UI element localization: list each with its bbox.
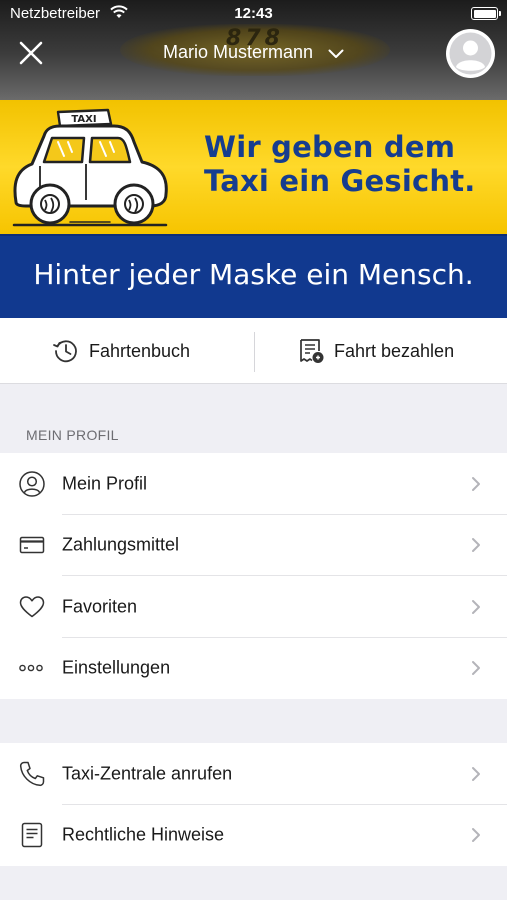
pay-trip-button[interactable]: Fahrt bezahlen <box>297 318 454 384</box>
section-label-profile: MEIN PROFIL <box>26 427 119 443</box>
banner-slogan-line1: Wir geben dem <box>204 130 456 164</box>
menu-item-call-taxi-center[interactable]: Taxi-Zentrale anrufen <box>0 743 507 805</box>
menu-item-my-profile[interactable]: Mein Profil <box>0 453 507 515</box>
battery-icon <box>471 7 501 20</box>
quick-actions-bar: Fahrtenbuch Fahrt bezahlen <box>0 318 507 384</box>
pay-trip-label: Fahrt bezahlen <box>334 340 455 361</box>
trip-log-button[interactable]: Fahrtenbuch <box>52 318 190 384</box>
app-header: 878 Netzbetreiber 12:43 Mario Mustermann <box>0 0 507 100</box>
user-circle-icon <box>18 470 46 498</box>
banner-slogan-line2: Taxi ein Gesicht. <box>204 164 476 198</box>
clock: 12:43 <box>234 5 273 22</box>
actions-divider <box>254 332 255 372</box>
trip-log-label: Fahrtenbuch <box>89 340 191 361</box>
menu-item-label: Favoriten <box>62 596 138 617</box>
status-bar: Netzbetreiber 12:43 <box>0 0 507 28</box>
chevron-right-icon <box>470 826 482 844</box>
menu-item-legal-notices[interactable]: Rechtliche Hinweise <box>0 805 507 867</box>
user-avatar-icon <box>447 30 494 77</box>
history-icon <box>53 340 77 363</box>
chevron-right-icon <box>470 765 482 783</box>
more-dots-icon <box>18 654 46 682</box>
chevron-right-icon <box>470 475 482 493</box>
taxi-illustration: TAXI <box>12 108 168 227</box>
menu-item-favorites[interactable]: Favoriten <box>0 576 507 638</box>
menu-item-label: Einstellungen <box>62 657 171 678</box>
document-icon <box>18 821 46 849</box>
menu-item-label: Mein Profil <box>62 473 148 494</box>
user-switcher[interactable]: Mario Mustermann <box>0 42 507 64</box>
chevron-right-icon <box>470 659 482 677</box>
promo-banner: TAXI Wir geben dem Taxi ein Gesicht. Hin… <box>0 100 507 318</box>
menu-item-settings[interactable]: Einstellungen <box>0 638 507 700</box>
menu-item-label: Taxi-Zentrale anrufen <box>62 763 233 784</box>
user-name: Mario Mustermann <box>162 42 314 62</box>
menu-item-payment-methods[interactable]: Zahlungsmittel <box>0 515 507 576</box>
menu-item-label: Rechtliche Hinweise <box>62 824 225 845</box>
heart-icon <box>18 593 46 621</box>
taxi-sign-text: TAXI <box>71 114 96 125</box>
credit-card-icon <box>18 531 46 559</box>
info-menu-group: Taxi-Zentrale anrufen Rechtliche Hinweis… <box>0 743 507 866</box>
chevron-right-icon <box>470 536 482 554</box>
avatar[interactable] <box>446 29 495 78</box>
menu-item-label: Zahlungsmittel <box>62 534 180 555</box>
chevron-down-icon <box>328 43 344 64</box>
banner-slogan: Wir geben dem Taxi ein Gesicht. <box>204 130 504 198</box>
receipt-pay-icon <box>300 339 324 363</box>
profile-menu-group: Mein Profil Zahlungsmittel Favoriten Ein… <box>0 453 507 699</box>
chevron-right-icon <box>470 598 482 616</box>
phone-icon <box>18 760 46 788</box>
banner-tagline: Hinter jeder Maske ein Mensch. <box>33 258 474 291</box>
